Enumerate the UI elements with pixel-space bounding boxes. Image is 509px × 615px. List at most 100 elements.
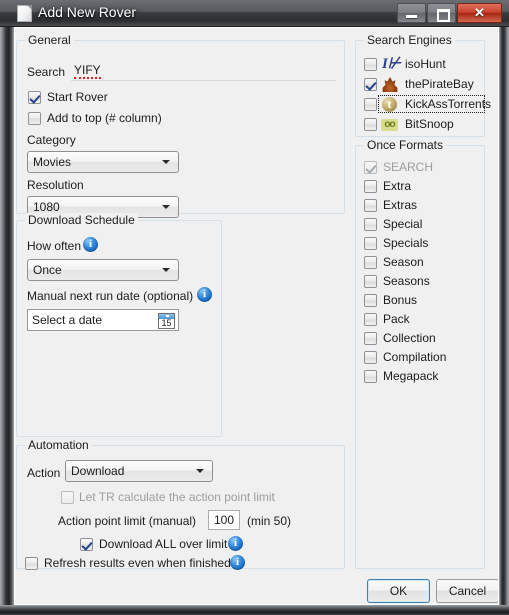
resolution-label: Resolution (27, 178, 84, 192)
engine-isohunt-checkbox[interactable] (364, 58, 377, 71)
format-search-checkbox (364, 161, 377, 174)
format-specials-checkbox[interactable] (364, 237, 377, 250)
action-point-limit-label: Action point limit (manual) (58, 514, 197, 528)
automation-group-label: Automation (25, 438, 92, 452)
ok-button[interactable]: OK (367, 579, 430, 603)
format-pack-checkbox[interactable] (364, 313, 377, 326)
action-select-value: Download (71, 464, 125, 478)
format-collection-checkbox[interactable] (364, 332, 377, 345)
how-often-info-icon[interactable] (83, 237, 98, 252)
action-point-limit-min-note: (min 50) (247, 514, 292, 528)
chevron-down-icon (162, 268, 170, 272)
format-special-checkbox[interactable] (364, 218, 377, 231)
document-icon (17, 5, 32, 22)
format-bonus-label: Bonus (383, 293, 418, 307)
how-often-select[interactable]: Once (27, 259, 179, 281)
format-compilation-label: Compilation (383, 350, 447, 364)
download-all-over-limit-label: Download ALL over limit (99, 537, 228, 551)
isohunt-icon: I⊬ (382, 56, 401, 72)
action-point-limit-input[interactable]: 100 (208, 510, 240, 530)
engine-kickasstorrents-checkbox[interactable] (364, 98, 377, 111)
general-group-label: General (25, 33, 74, 47)
format-bonus-checkbox[interactable] (364, 294, 377, 307)
let-tr-calculate-checkbox (61, 491, 74, 504)
engine-thepiratebay-checkbox[interactable] (364, 78, 377, 91)
window-title: Add New Rover (38, 4, 137, 20)
add-to-top-checkbox[interactable] (28, 112, 41, 125)
let-tr-calculate-label: Let TR calculate the action point limit (79, 490, 275, 504)
start-rover-checkbox[interactable] (28, 91, 41, 104)
format-extra-label: Extra (383, 179, 412, 193)
category-select[interactable]: Movies (27, 151, 179, 173)
chevron-down-icon (196, 469, 204, 473)
action-label: Action (27, 466, 61, 480)
format-megapack-checkbox[interactable] (364, 370, 377, 383)
format-special-label: Special (383, 217, 423, 231)
refresh-results-label: Refresh results even when finished (44, 556, 231, 570)
chevron-down-icon (162, 205, 170, 209)
format-collection-label: Collection (383, 331, 436, 345)
calendar-icon-day: 15 (161, 318, 172, 328)
format-compilation-checkbox[interactable] (364, 351, 377, 364)
format-pack-label: Pack (383, 312, 410, 326)
format-extras-label: Extras (383, 198, 418, 212)
cancel-button[interactable]: Cancel (436, 579, 498, 603)
format-season-label: Season (383, 255, 424, 269)
manual-date-picker[interactable]: Select a date 15 (27, 309, 179, 331)
action-point-limit-value: 100 (213, 513, 235, 527)
manual-date-value: Select a date (32, 313, 103, 327)
search-input[interactable]: YIFY (71, 61, 336, 81)
chevron-down-icon (162, 160, 170, 164)
refresh-results-info-icon[interactable] (230, 555, 245, 570)
format-specials-label: Specials (383, 236, 429, 250)
automation-group: Automation Action Download Let TR calcul… (16, 438, 345, 569)
window-frame-left (0, 0, 14, 615)
engine-thepiratebay-label: thePirateBay (405, 77, 474, 91)
maximize-button[interactable] (427, 3, 456, 23)
search-input-value: YIFY (74, 63, 101, 79)
search-engines-group-label: Search Engines (364, 33, 455, 47)
format-extra-checkbox[interactable] (364, 180, 377, 193)
format-extras-checkbox[interactable] (364, 199, 377, 212)
resolution-select-value: 1080 (33, 200, 60, 214)
general-group: General Search YIFY Start Rover Add to t… (16, 33, 345, 218)
download-schedule-group-label: Download Schedule (25, 213, 138, 227)
manual-date-info-icon[interactable] (197, 287, 212, 302)
format-search-label: SEARCH (383, 160, 434, 174)
calendar-icon[interactable]: 15 (158, 313, 175, 329)
download-schedule-group: Download Schedule How often Once Manual … (16, 213, 222, 437)
engine-bitsnoop-checkbox[interactable] (364, 118, 377, 131)
format-season-checkbox[interactable] (364, 256, 377, 269)
cancel-button-label: Cancel (448, 584, 487, 598)
window-frame-right (499, 0, 509, 615)
engine-isohunt-label: isoHunt (405, 57, 446, 71)
dialog-window: Add New Rover General Search YIFY Start … (0, 0, 509, 615)
category-select-value: Movies (33, 155, 72, 169)
once-formats-group: Once Formats SEARCH Extra Extras Special… (355, 138, 485, 569)
close-button[interactable] (457, 3, 502, 23)
piratebay-icon (382, 77, 398, 92)
start-rover-label: Start Rover (47, 90, 108, 104)
bitsnoop-icon (381, 119, 398, 131)
how-often-select-value: Once (33, 263, 62, 277)
manual-date-label: Manual next run date (optional) (27, 289, 194, 303)
download-all-info-icon[interactable] (228, 536, 243, 551)
minimize-button[interactable] (397, 3, 426, 23)
search-label: Search (27, 65, 66, 79)
format-seasons-checkbox[interactable] (364, 275, 377, 288)
add-to-top-label: Add to top (# column) (47, 111, 162, 125)
search-engines-group: Search Engines I⊬ isoHunt thePirateBay K… (355, 33, 491, 137)
how-often-label: How often (27, 239, 82, 253)
action-select[interactable]: Download (65, 460, 213, 482)
once-formats-list: SEARCH Extra Extras Special Specials Sea… (356, 146, 484, 568)
engine-kickasstorrents-focus-rect (378, 95, 485, 113)
window-frame-bottom (0, 605, 509, 615)
format-seasons-label: Seasons (383, 274, 430, 288)
dialog-client-area: General Search YIFY Start Rover Add to t… (14, 27, 499, 605)
engine-bitsnoop-label: BitSnoop (405, 117, 454, 131)
category-label: Category (27, 133, 76, 147)
refresh-results-checkbox[interactable] (25, 557, 38, 570)
title-bar[interactable]: Add New Rover (0, 0, 509, 27)
format-megapack-label: Megapack (383, 369, 439, 383)
download-all-over-limit-checkbox[interactable] (80, 538, 93, 551)
